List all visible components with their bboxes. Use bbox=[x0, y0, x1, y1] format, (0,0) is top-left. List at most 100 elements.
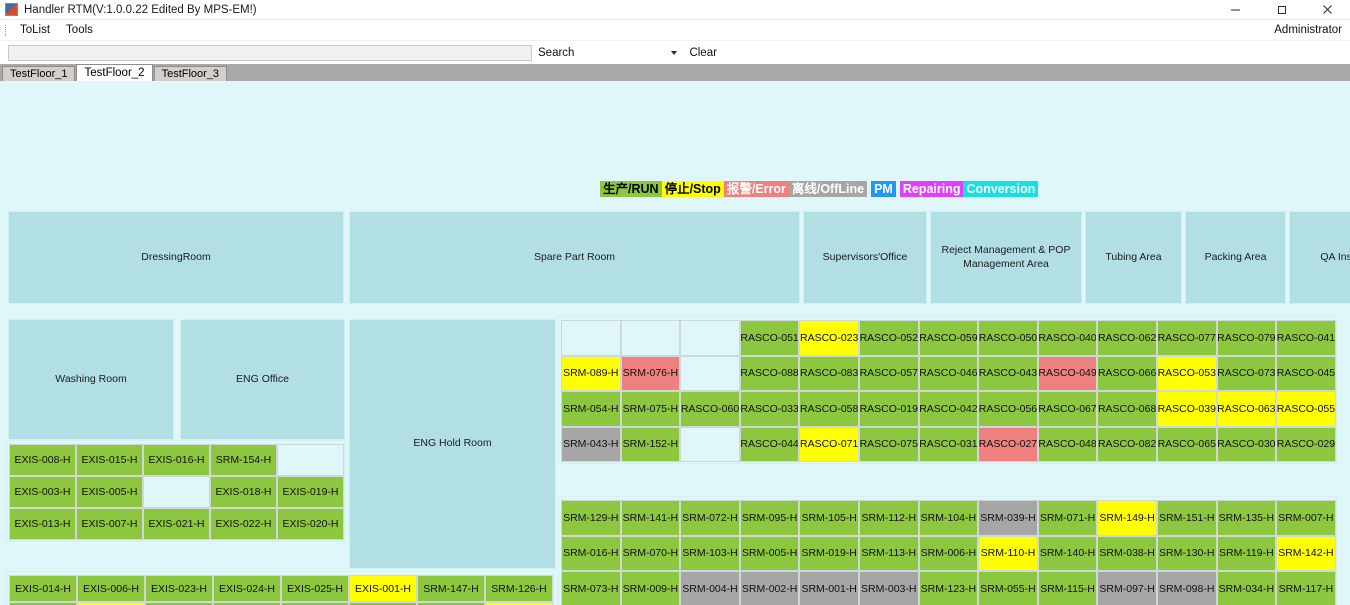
equipment-cell[interactable]: SRM-141-H bbox=[620, 500, 681, 536]
equipment-cell[interactable]: RASCO-060 bbox=[680, 391, 740, 427]
equipment-cell[interactable]: RASCO-031 bbox=[918, 426, 979, 462]
equipment-cell[interactable]: SRM-072-H bbox=[680, 500, 740, 536]
equipment-cell[interactable]: SRM-115-H bbox=[1037, 571, 1098, 605]
equipment-cell[interactable]: SRM-038-H bbox=[1097, 535, 1157, 571]
equipment-cell[interactable]: SRM-152-H bbox=[620, 426, 681, 462]
equipment-cell[interactable]: EXIS-014-H bbox=[9, 575, 77, 602]
equipment-cell[interactable]: SRM-117-H bbox=[1276, 571, 1336, 605]
equipment-cell[interactable]: RASCO-067 bbox=[1037, 391, 1098, 427]
equipment-cell[interactable]: EXIS-024-H bbox=[213, 575, 281, 602]
tab-testfloor-1[interactable]: TestFloor_1 bbox=[2, 66, 76, 81]
equipment-cell[interactable]: SRM-076-H bbox=[620, 355, 681, 391]
equipment-cell[interactable]: SRM-054-H bbox=[561, 391, 621, 427]
equipment-cell[interactable]: SRM-119-H bbox=[1216, 535, 1277, 571]
room-packing-area[interactable]: Packing Area bbox=[1185, 211, 1286, 304]
equipment-cell[interactable]: SRM-009-H bbox=[620, 571, 681, 605]
equipment-cell[interactable]: EXIS-001-H bbox=[349, 575, 417, 602]
equipment-cell[interactable]: EXIS-023-H bbox=[145, 575, 213, 602]
equipment-cell[interactable]: RASCO-082 bbox=[1097, 426, 1157, 462]
equipment-cell[interactable]: SRM-151-H bbox=[1156, 500, 1217, 536]
equipment-cell[interactable]: RASCO-071 bbox=[799, 426, 859, 462]
equipment-cell[interactable]: SRM-149-H bbox=[1097, 500, 1157, 536]
equipment-cell[interactable]: RASCO-019 bbox=[858, 391, 919, 427]
equipment-cell[interactable]: SRM-034-H bbox=[1216, 571, 1277, 605]
equipment-cell[interactable]: RASCO-051 bbox=[739, 320, 800, 356]
equipment-cell[interactable]: SRM-019-H bbox=[799, 535, 859, 571]
equipment-cell[interactable]: SRM-002-H bbox=[739, 571, 800, 605]
equipment-cell[interactable]: SRM-135-H bbox=[1216, 500, 1277, 536]
room-eng-office[interactable]: ENG Office bbox=[180, 319, 345, 440]
equipment-cell[interactable]: SRM-005-H bbox=[739, 535, 800, 571]
equipment-cell[interactable]: EXIS-022-H bbox=[210, 508, 277, 540]
equipment-cell[interactable]: SRM-043-H bbox=[561, 426, 621, 462]
equipment-cell[interactable]: EXIS-007-H bbox=[76, 508, 143, 540]
equipment-cell[interactable]: RASCO-066 bbox=[1097, 355, 1157, 391]
equipment-cell[interactable]: SRM-006-H bbox=[918, 535, 979, 571]
equipment-cell[interactable]: RASCO-045 bbox=[1276, 355, 1336, 391]
equipment-cell[interactable]: RASCO-055 bbox=[1276, 391, 1336, 427]
equipment-cell[interactable]: RASCO-063 bbox=[1216, 391, 1277, 427]
tab-testfloor-3[interactable]: TestFloor_3 bbox=[153, 66, 228, 81]
equipment-cell[interactable]: RASCO-043 bbox=[978, 355, 1038, 391]
equipment-cell[interactable]: SRM-004-H bbox=[680, 571, 740, 605]
equipment-cell[interactable]: EXIS-015-H bbox=[76, 444, 143, 476]
equipment-cell[interactable]: RASCO-057 bbox=[858, 355, 919, 391]
equipment-cell[interactable]: RASCO-053 bbox=[1156, 355, 1217, 391]
equipment-cell[interactable]: SRM-147-H bbox=[417, 575, 485, 602]
room-supervisors-office[interactable]: Supervisors'Office bbox=[803, 211, 927, 304]
equipment-cell[interactable]: RASCO-056 bbox=[978, 391, 1038, 427]
equipment-cell[interactable]: RASCO-033 bbox=[739, 391, 800, 427]
equipment-cell[interactable]: SRM-070-H bbox=[620, 535, 681, 571]
room-dressingroom[interactable]: DressingRoom bbox=[8, 211, 344, 304]
equipment-cell[interactable]: RASCO-079 bbox=[1216, 320, 1277, 356]
equipment-cell[interactable]: SRM-112-H bbox=[858, 500, 919, 536]
equipment-cell[interactable]: SRM-142-H bbox=[1276, 535, 1336, 571]
equipment-cell[interactable]: SRM-073-H bbox=[561, 571, 621, 605]
equipment-cell[interactable]: RASCO-068 bbox=[1097, 391, 1157, 427]
equipment-cell[interactable]: RASCO-046 bbox=[918, 355, 979, 391]
equipment-cell[interactable]: EXIS-025-H bbox=[281, 575, 349, 602]
equipment-cell[interactable]: RASCO-041 bbox=[1276, 320, 1336, 356]
equipment-cell[interactable]: RASCO-058 bbox=[799, 391, 859, 427]
equipment-cell[interactable]: SRM-003-H bbox=[858, 571, 919, 605]
equipment-cell[interactable]: RASCO-023 bbox=[799, 320, 859, 356]
equipment-cell[interactable]: RASCO-088 bbox=[739, 355, 800, 391]
equipment-cell[interactable]: SRM-140-H bbox=[1037, 535, 1098, 571]
menu-grip-icon[interactable] bbox=[2, 23, 10, 37]
equipment-cell[interactable]: SRM-001-H bbox=[799, 571, 859, 605]
equipment-cell[interactable]: EXIS-006-H bbox=[77, 575, 145, 602]
room-spare-part-room[interactable]: Spare Part Room bbox=[349, 211, 800, 304]
equipment-cell[interactable]: EXIS-021-H bbox=[143, 508, 210, 540]
equipment-cell[interactable]: EXIS-005-H bbox=[76, 476, 143, 508]
equipment-cell[interactable]: SRM-104-H bbox=[918, 500, 979, 536]
equipment-cell[interactable]: SRM-103-H bbox=[680, 535, 740, 571]
equipment-cell[interactable]: SRM-154-H bbox=[210, 444, 277, 476]
equipment-cell[interactable]: SRM-123-H bbox=[918, 571, 979, 605]
room-washing-room[interactable]: Washing Room bbox=[8, 319, 174, 440]
equipment-cell[interactable]: RASCO-049 bbox=[1037, 355, 1098, 391]
equipment-cell[interactable]: RASCO-075 bbox=[858, 426, 919, 462]
equipment-cell[interactable]: RASCO-039 bbox=[1156, 391, 1217, 427]
equipment-cell[interactable]: EXIS-013-H bbox=[9, 508, 76, 540]
equipment-cell[interactable]: RASCO-059 bbox=[918, 320, 979, 356]
minimize-icon[interactable] bbox=[1212, 0, 1258, 19]
equipment-cell[interactable]: RASCO-065 bbox=[1156, 426, 1217, 462]
menu-item-tolist[interactable]: ToList bbox=[12, 22, 58, 38]
equipment-cell[interactable]: SRM-110-H bbox=[978, 535, 1038, 571]
menu-item-tools[interactable]: Tools bbox=[58, 22, 101, 38]
equipment-cell[interactable]: EXIS-018-H bbox=[210, 476, 277, 508]
equipment-cell[interactable]: EXIS-019-H bbox=[277, 476, 344, 508]
room-qa-insp[interactable]: QA Insp bbox=[1289, 211, 1350, 304]
equipment-cell[interactable]: RASCO-052 bbox=[858, 320, 919, 356]
equipment-cell[interactable]: RASCO-073 bbox=[1216, 355, 1277, 391]
equipment-cell[interactable]: SRM-130-H bbox=[1156, 535, 1217, 571]
equipment-cell[interactable]: SRM-105-H bbox=[799, 500, 859, 536]
equipment-cell[interactable]: SRM-055-H bbox=[978, 571, 1038, 605]
equipment-cell[interactable]: RASCO-040 bbox=[1037, 320, 1098, 356]
room-reject-management-pop-management-area[interactable]: Reject Management & POP Management Area bbox=[930, 211, 1082, 304]
equipment-cell[interactable]: RASCO-029 bbox=[1276, 426, 1336, 462]
equipment-cell[interactable]: RASCO-044 bbox=[739, 426, 800, 462]
equipment-cell[interactable]: RASCO-050 bbox=[978, 320, 1038, 356]
close-icon[interactable] bbox=[1304, 0, 1350, 19]
equipment-cell[interactable]: RASCO-030 bbox=[1216, 426, 1277, 462]
